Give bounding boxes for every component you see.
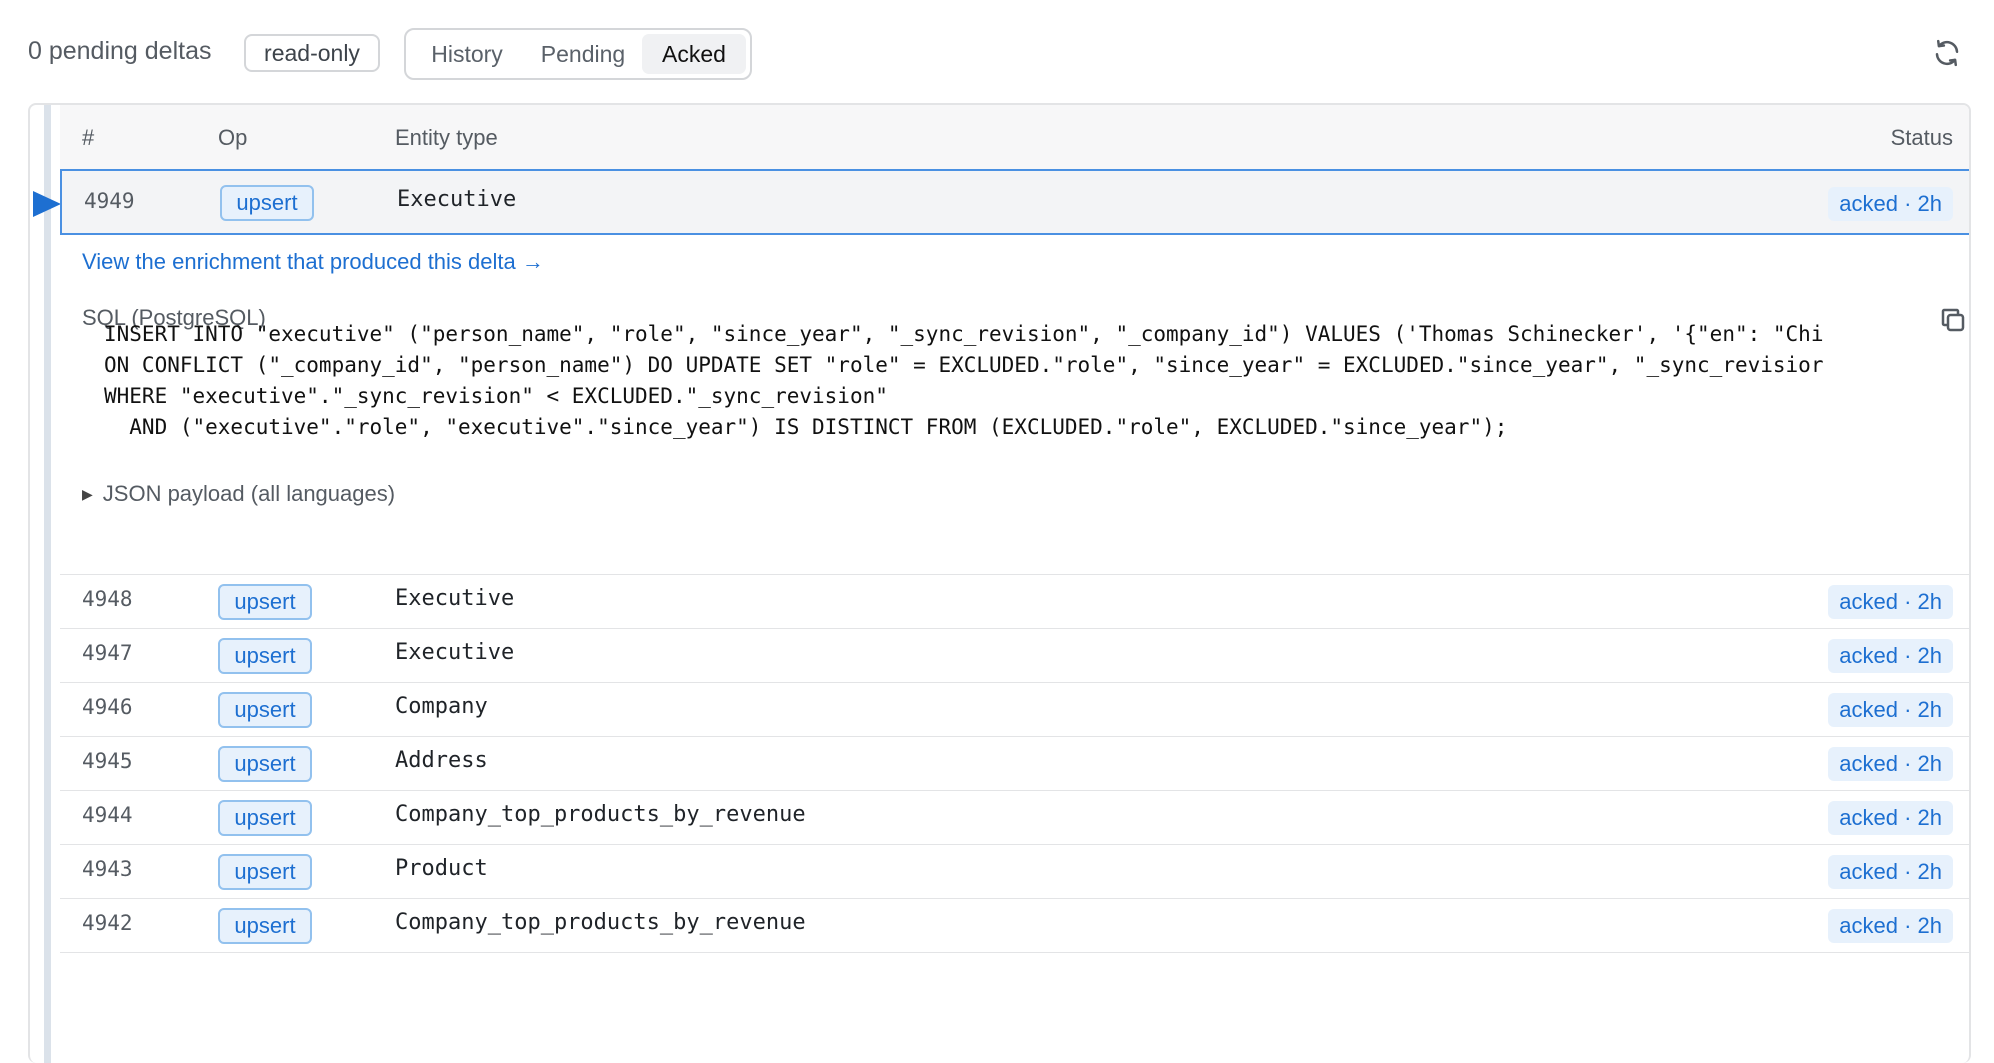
entity-type: Executive — [397, 187, 517, 212]
status-badge: acked · 2h — [1828, 639, 1953, 673]
entity-type: Product — [395, 856, 488, 881]
column-header-number: # — [82, 125, 95, 150]
row-number: 4943 — [82, 857, 133, 881]
status-badge: acked · 2h — [1828, 909, 1953, 943]
row-number: 4946 — [82, 695, 133, 719]
row-number: 4949 — [84, 189, 135, 213]
op-badge: upsert — [218, 800, 312, 836]
table-row[interactable]: 4948 upsert Executive acked · 2h — [60, 575, 1969, 629]
op-badge: upsert — [218, 908, 312, 944]
op-badge: upsert — [220, 185, 314, 221]
toolbar: 0 pending deltas read-only History Pendi… — [0, 0, 1994, 104]
column-header-op: Op — [218, 125, 248, 150]
entity-type: Executive — [395, 640, 515, 665]
table-row[interactable]: 4945 upsert Address acked · 2h — [60, 737, 1969, 791]
op-badge: upsert — [218, 854, 312, 890]
pending-count: 0 pending deltas — [28, 37, 212, 65]
row-number: 4947 — [82, 641, 133, 665]
status-badge: acked · 2h — [1828, 693, 1953, 727]
tab-history[interactable]: History — [410, 34, 524, 74]
table-header: # Op Entity type Status — [60, 105, 1969, 170]
sql-code-block: INSERT INTO "executive" ("person_name", … — [104, 322, 1824, 439]
table-row[interactable]: 4944 upsert Company_top_products_by_reve… — [60, 791, 1969, 845]
view-tabs: History Pending Acked — [404, 28, 752, 80]
copy-icon[interactable] — [1938, 305, 1968, 335]
table-row-selected[interactable]: 4949 upsert Executive acked · 2h — [60, 169, 1969, 235]
status-badge: acked · 2h — [1828, 585, 1953, 619]
table-row[interactable]: 4947 upsert Executive acked · 2h — [60, 629, 1969, 683]
tab-pending[interactable]: Pending — [524, 34, 642, 74]
table-row[interactable]: 4942 upsert Company_top_products_by_reve… — [60, 899, 1969, 953]
entity-type: Executive — [395, 586, 515, 611]
row-number: 4948 — [82, 587, 133, 611]
row-number: 4942 — [82, 911, 133, 935]
status-badge: acked · 2h — [1828, 187, 1953, 221]
op-badge: upsert — [218, 692, 312, 728]
column-header-entity-type: Entity type — [395, 125, 498, 150]
timeline-rail — [44, 105, 51, 1063]
row-number: 4944 — [82, 803, 133, 827]
selected-row-marker-icon — [33, 191, 61, 217]
json-payload-label: JSON payload (all languages) — [102, 481, 396, 506]
status-badge: acked · 2h — [1828, 855, 1953, 889]
status-badge: acked · 2h — [1828, 747, 1953, 781]
refresh-icon[interactable] — [1932, 38, 1962, 68]
entity-type: Company_top_products_by_revenue — [395, 802, 806, 827]
op-badge: upsert — [218, 746, 312, 782]
op-badge: upsert — [218, 584, 312, 620]
delta-log-page: 0 pending deltas read-only History Pendi… — [0, 0, 1994, 1063]
row-number: 4945 — [82, 749, 133, 773]
json-payload-toggle[interactable]: ▶ JSON payload (all languages) — [82, 481, 395, 507]
status-badge: acked · 2h — [1828, 801, 1953, 835]
table-row[interactable]: 4946 upsert Company acked · 2h — [60, 683, 1969, 737]
read-only-badge: read-only — [244, 34, 380, 72]
delta-table: # Op Entity type Status 4949 upsert Exec… — [28, 103, 1971, 1063]
enrichment-link[interactable]: View the enrichment that produced this d… — [82, 249, 544, 275]
column-header-status: Status — [1890, 125, 1953, 150]
entity-type: Company_top_products_by_revenue — [395, 910, 806, 935]
delta-detail-panel: View the enrichment that produced this d… — [60, 235, 1969, 575]
entity-type: Address — [395, 748, 488, 773]
entity-type: Company — [395, 694, 488, 719]
tab-acked[interactable]: Acked — [642, 34, 746, 74]
table-row[interactable]: 4943 upsert Product acked · 2h — [60, 845, 1969, 899]
op-badge: upsert — [218, 638, 312, 674]
disclosure-triangle-icon: ▶ — [82, 486, 93, 502]
